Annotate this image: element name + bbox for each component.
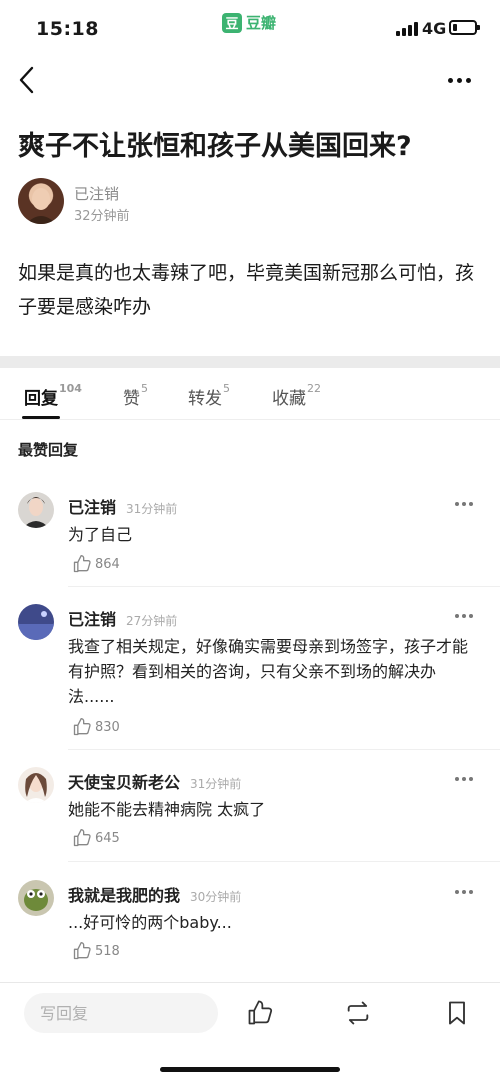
bottom-bar [0, 982, 500, 1082]
more-dots-icon [455, 777, 459, 781]
author-avatar[interactable] [18, 178, 64, 224]
more-dots-icon [448, 77, 453, 83]
like-button[interactable]: 645 [72, 828, 120, 848]
comment-time: 27分钟前 [126, 614, 178, 628]
comment-text: 我查了相关规定，好像确实需要母亲到场签字，孩子才能有护照？看到相关的咨询，只有父… [68, 637, 469, 706]
comment-text: 为了自己 [68, 525, 133, 544]
comment-more-button[interactable] [455, 777, 473, 781]
tab-likes[interactable]: 赞5 [123, 382, 148, 409]
like-count: 830 [95, 719, 120, 735]
status-time: 15:18 [36, 18, 99, 40]
section-divider [0, 356, 500, 368]
back-button[interactable] [14, 64, 42, 96]
avatar[interactable] [18, 767, 54, 803]
comment-author[interactable]: 已注销 [68, 610, 116, 629]
active-tab-indicator [22, 416, 60, 419]
battery-icon [449, 20, 480, 35]
repost-icon [347, 1001, 369, 1025]
tab-count: 5 [223, 382, 230, 395]
tab-count: 5 [141, 382, 148, 395]
status-bar: 15:18 豆 豆瓣 4G [0, 0, 500, 58]
thumbs-up-icon [73, 942, 91, 960]
tab-label: 赞 [123, 389, 140, 409]
tab-count: 104 [59, 382, 82, 395]
tab-collections[interactable]: 收藏22 [272, 382, 321, 409]
comment-divider [68, 861, 500, 862]
like-count: 864 [95, 556, 120, 572]
comment-more-button[interactable] [455, 890, 473, 894]
bookmark-icon [449, 1001, 465, 1025]
like-post-button[interactable] [246, 999, 274, 1027]
comment-time: 31分钟前 [190, 777, 242, 791]
tab-replies[interactable]: 回复104 [24, 382, 82, 409]
like-button[interactable]: 864 [72, 554, 120, 574]
reply-input[interactable] [24, 993, 218, 1033]
comment-divider [68, 586, 500, 587]
more-options-button[interactable] [448, 70, 478, 90]
app-badge: 豆 豆瓣 [222, 12, 276, 33]
author-name[interactable]: 已注销 [74, 183, 119, 204]
thumbs-up-icon [73, 829, 91, 847]
thumbs-up-icon [248, 1000, 273, 1025]
douban-logo-icon: 豆 [222, 12, 242, 33]
comment-time: 31分钟前 [126, 502, 178, 516]
like-button[interactable]: 830 [72, 717, 120, 737]
thumbs-up-icon [73, 718, 91, 736]
comment-text: 她能不能去精神病院 太疯了 [68, 800, 266, 819]
tab-label: 收藏 [272, 389, 306, 409]
like-button[interactable]: 518 [72, 941, 120, 961]
like-count: 518 [95, 943, 120, 959]
comment-more-button[interactable] [455, 502, 473, 506]
post-body: 如果是真的也太毒辣了吧，毕竟美国新冠那么可怕，孩子要是感染咋办 [18, 262, 475, 318]
tab-count: 22 [307, 382, 321, 395]
avatar[interactable] [18, 604, 54, 640]
bookmark-button[interactable] [443, 999, 471, 1027]
thumbs-up-icon [73, 555, 91, 573]
like-count: 645 [95, 830, 120, 846]
post-time: 32分钟前 [74, 209, 130, 224]
more-dots-icon [455, 890, 459, 894]
chevron-left-icon [19, 66, 34, 94]
repost-button[interactable] [344, 999, 372, 1027]
comment-text: ...好可怜的两个baby... [68, 913, 232, 932]
comment-divider [68, 749, 500, 750]
tab-reposts[interactable]: 转发5 [188, 382, 230, 409]
avatar[interactable] [18, 492, 54, 528]
tab-label: 转发 [188, 389, 222, 409]
comment-author[interactable]: 我就是我肥的我 [68, 886, 180, 905]
tab-label: 回复 [24, 389, 58, 409]
app-name: 豆瓣 [246, 14, 277, 32]
section-label: 最赞回复 [18, 441, 79, 459]
signal-icon [396, 22, 418, 36]
comment-author[interactable]: 天使宝贝新老公 [68, 773, 180, 792]
comment-author[interactable]: 已注销 [68, 498, 116, 517]
more-dots-icon [455, 614, 459, 618]
avatar[interactable] [18, 880, 54, 916]
comment-more-button[interactable] [455, 614, 473, 618]
network-label: 4G [422, 19, 447, 38]
home-indicator [160, 1067, 340, 1072]
post-title: 爽子不让张恒和孩子从美国回来? [18, 131, 412, 162]
tab-bar: 回复104 赞5 转发5 收藏22 [0, 368, 500, 420]
comment-time: 30分钟前 [190, 890, 242, 904]
more-dots-icon [455, 502, 459, 506]
